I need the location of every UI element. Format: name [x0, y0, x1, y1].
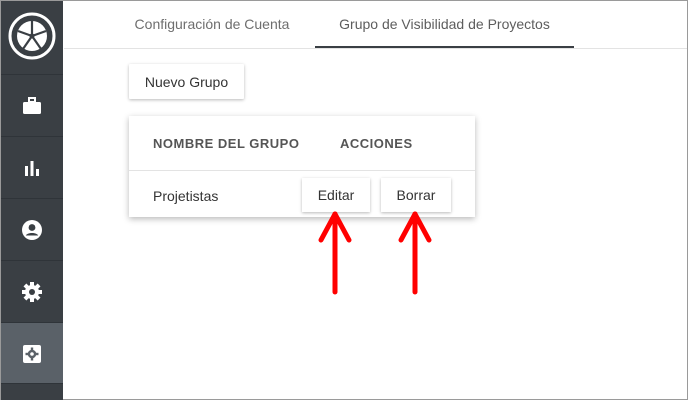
column-header-actions: ACCIONES	[340, 136, 413, 151]
bar-chart-icon	[23, 159, 41, 177]
gear-icon	[21, 281, 43, 303]
account-circle-icon	[21, 219, 43, 241]
sidebar-item-account[interactable]	[1, 198, 63, 260]
table-header: NOMBRE DEL GRUPO ACCIONES	[129, 116, 475, 171]
sidebar-item-admin-settings[interactable]	[1, 322, 63, 384]
tab-bar: Configuración de Cuenta Grupo de Visibil…	[64, 1, 687, 49]
delete-group-button[interactable]: Borrar	[381, 178, 451, 212]
tab-account-settings[interactable]: Configuración de Cuenta	[120, 1, 304, 47]
up-arrow-icon	[318, 208, 352, 301]
new-group-button[interactable]: Nuevo Grupo	[129, 64, 244, 99]
sidebar-footer	[1, 383, 63, 400]
tab-project-visibility-groups[interactable]: Grupo de Visibilidad de Proyectos	[315, 1, 574, 48]
edit-group-button[interactable]: Editar	[302, 178, 370, 212]
group-name-cell: Projetistas	[153, 188, 219, 204]
sidebar-item-reports[interactable]	[1, 136, 63, 198]
sidebar	[1, 1, 63, 400]
up-arrow-icon	[398, 208, 432, 301]
sidebar-item-projects[interactable]	[1, 74, 63, 136]
gear-box-icon	[22, 344, 42, 364]
sidebar-item-settings[interactable]	[1, 260, 63, 322]
briefcase-icon	[22, 96, 42, 116]
column-header-group-name: NOMBRE DEL GRUPO	[153, 136, 300, 151]
logo-wheel-icon[interactable]	[7, 11, 57, 61]
